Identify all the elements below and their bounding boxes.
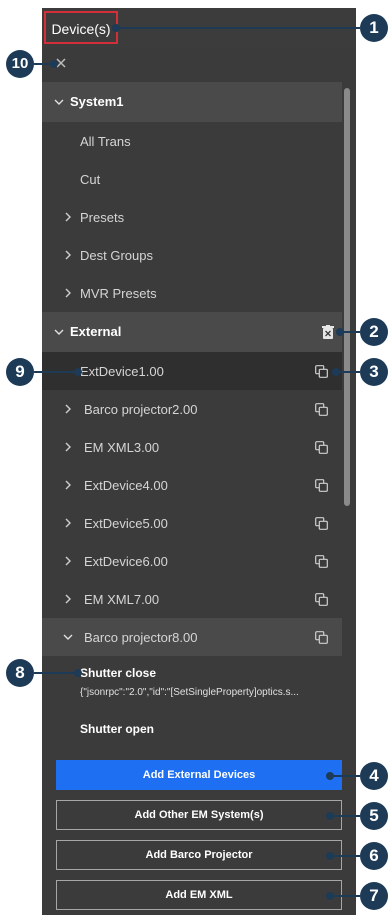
callout-line [330, 895, 360, 897]
devices-panel: Device(s) System1 All Trans Cut Presets … [42, 8, 356, 915]
callout-line [115, 27, 360, 29]
chevron-down-icon [54, 329, 64, 335]
action-detail: {"jsonrpc":"2.0","id":"[SetSinglePropert… [80, 687, 299, 698]
copy-icon[interactable] [315, 479, 328, 492]
tree-item-dest-groups[interactable]: Dest Groups [42, 236, 342, 274]
callout-line [330, 775, 360, 777]
callout-line [330, 815, 360, 817]
copy-icon[interactable] [315, 555, 328, 568]
tree-node-system1[interactable]: System1 [42, 82, 342, 122]
tree-item-extdevice6[interactable]: ExtDevice6.00 [42, 542, 342, 580]
collapse-bar [42, 48, 356, 78]
tree-item-label: Presets [80, 210, 125, 225]
tree-item-label: Barco projector8.00 [84, 630, 198, 645]
callout-8: 8 [6, 659, 34, 687]
copy-icon[interactable] [315, 593, 328, 606]
copy-icon[interactable] [315, 517, 328, 530]
callout-dot [112, 24, 120, 32]
callout-7: 7 [360, 882, 388, 910]
panel-title: Device(s) [44, 11, 118, 44]
tree-node-label: External [70, 324, 122, 339]
add-em-xml-button[interactable]: Add EM XML [56, 880, 342, 910]
tree-item-label: Barco projector2.00 [84, 402, 198, 417]
tree-item-presets[interactable]: Presets [42, 198, 342, 236]
tree-item-label: Cut [80, 172, 101, 187]
tree-item-all-trans[interactable]: All Trans [42, 122, 342, 160]
callout-3: 3 [360, 358, 388, 386]
chevron-right-icon [65, 288, 71, 298]
callout-dot [74, 368, 82, 376]
action-title: Shutter close [80, 666, 157, 680]
chevron-right-icon [65, 250, 71, 260]
chevron-right-icon [65, 480, 71, 490]
tree-item-extdevice1[interactable]: ExtDevice1.00 [42, 352, 342, 390]
chevron-right-icon [65, 594, 71, 604]
action-title: Shutter open [80, 722, 154, 736]
callout-1: 1 [360, 14, 388, 42]
chevron-right-icon [65, 518, 71, 528]
callout-dot [332, 368, 340, 376]
tree-item-extdevice4[interactable]: ExtDevice4.00 [42, 466, 342, 504]
tree-item-label: ExtDevice1.00 [80, 364, 164, 379]
callout-dot [74, 669, 82, 677]
chevron-down-icon [63, 634, 73, 640]
tree-item-label: ExtDevice4.00 [84, 478, 168, 493]
add-other-em-systems-button[interactable]: Add Other EM System(s) [56, 800, 342, 830]
tree-item-barco-projector2[interactable]: Barco projector2.00 [42, 390, 342, 428]
copy-icon[interactable] [315, 365, 328, 378]
copy-icon[interactable] [315, 441, 328, 454]
tree-item-label: ExtDevice6.00 [84, 554, 168, 569]
tree-item-label: EM XML7.00 [84, 592, 160, 607]
action-shutter-close[interactable]: Shutter close {"jsonrpc":"2.0","id":"[Se… [42, 658, 342, 706]
tree-item-label: All Trans [80, 134, 131, 149]
chevron-right-icon [65, 404, 71, 414]
chevron-right-icon [65, 556, 71, 566]
tree-item-label: Dest Groups [80, 248, 153, 263]
callout-dot [336, 328, 344, 336]
action-shutter-open[interactable]: Shutter open [42, 710, 342, 750]
callout-6: 6 [360, 842, 388, 870]
callout-dot [326, 812, 334, 820]
callout-dot [50, 60, 58, 68]
callout-4: 4 [360, 762, 388, 790]
tree-item-cut[interactable]: Cut [42, 160, 342, 198]
callout-line [34, 371, 78, 373]
callout-2: 2 [360, 318, 388, 346]
copy-icon[interactable] [315, 403, 328, 416]
callout-dot [326, 892, 334, 900]
callout-5: 5 [360, 802, 388, 830]
tree-item-em-xml7[interactable]: EM XML7.00 [42, 580, 342, 618]
callout-line [34, 672, 78, 674]
chevron-right-icon [65, 212, 71, 222]
callout-10: 10 [6, 50, 34, 78]
tree-item-extdevice5[interactable]: ExtDevice5.00 [42, 504, 342, 542]
vertical-scrollbar[interactable] [344, 88, 350, 506]
add-external-devices-button[interactable]: Add External Devices [56, 760, 342, 790]
tree-item-label: EM XML3.00 [84, 440, 160, 455]
chevron-right-icon [65, 442, 71, 452]
tree-node-external[interactable]: External [42, 312, 342, 352]
tree-node-label: System1 [70, 94, 124, 109]
add-barco-projector-button[interactable]: Add Barco Projector [56, 840, 342, 870]
chevron-down-icon [54, 99, 64, 105]
callout-9: 9 [6, 358, 34, 386]
tree-item-em-xml3[interactable]: EM XML3.00 [42, 428, 342, 466]
tree-item-label: ExtDevice5.00 [84, 516, 168, 531]
tree-item-label: MVR Presets [80, 286, 157, 301]
tree-item-mvr-presets[interactable]: MVR Presets [42, 274, 342, 312]
callout-dot [326, 772, 334, 780]
callout-dot [326, 852, 334, 860]
trash-icon[interactable] [322, 325, 334, 339]
copy-icon[interactable] [315, 631, 328, 644]
callout-line [330, 855, 360, 857]
tree-item-barco-projector8[interactable]: Barco projector8.00 [42, 618, 342, 656]
